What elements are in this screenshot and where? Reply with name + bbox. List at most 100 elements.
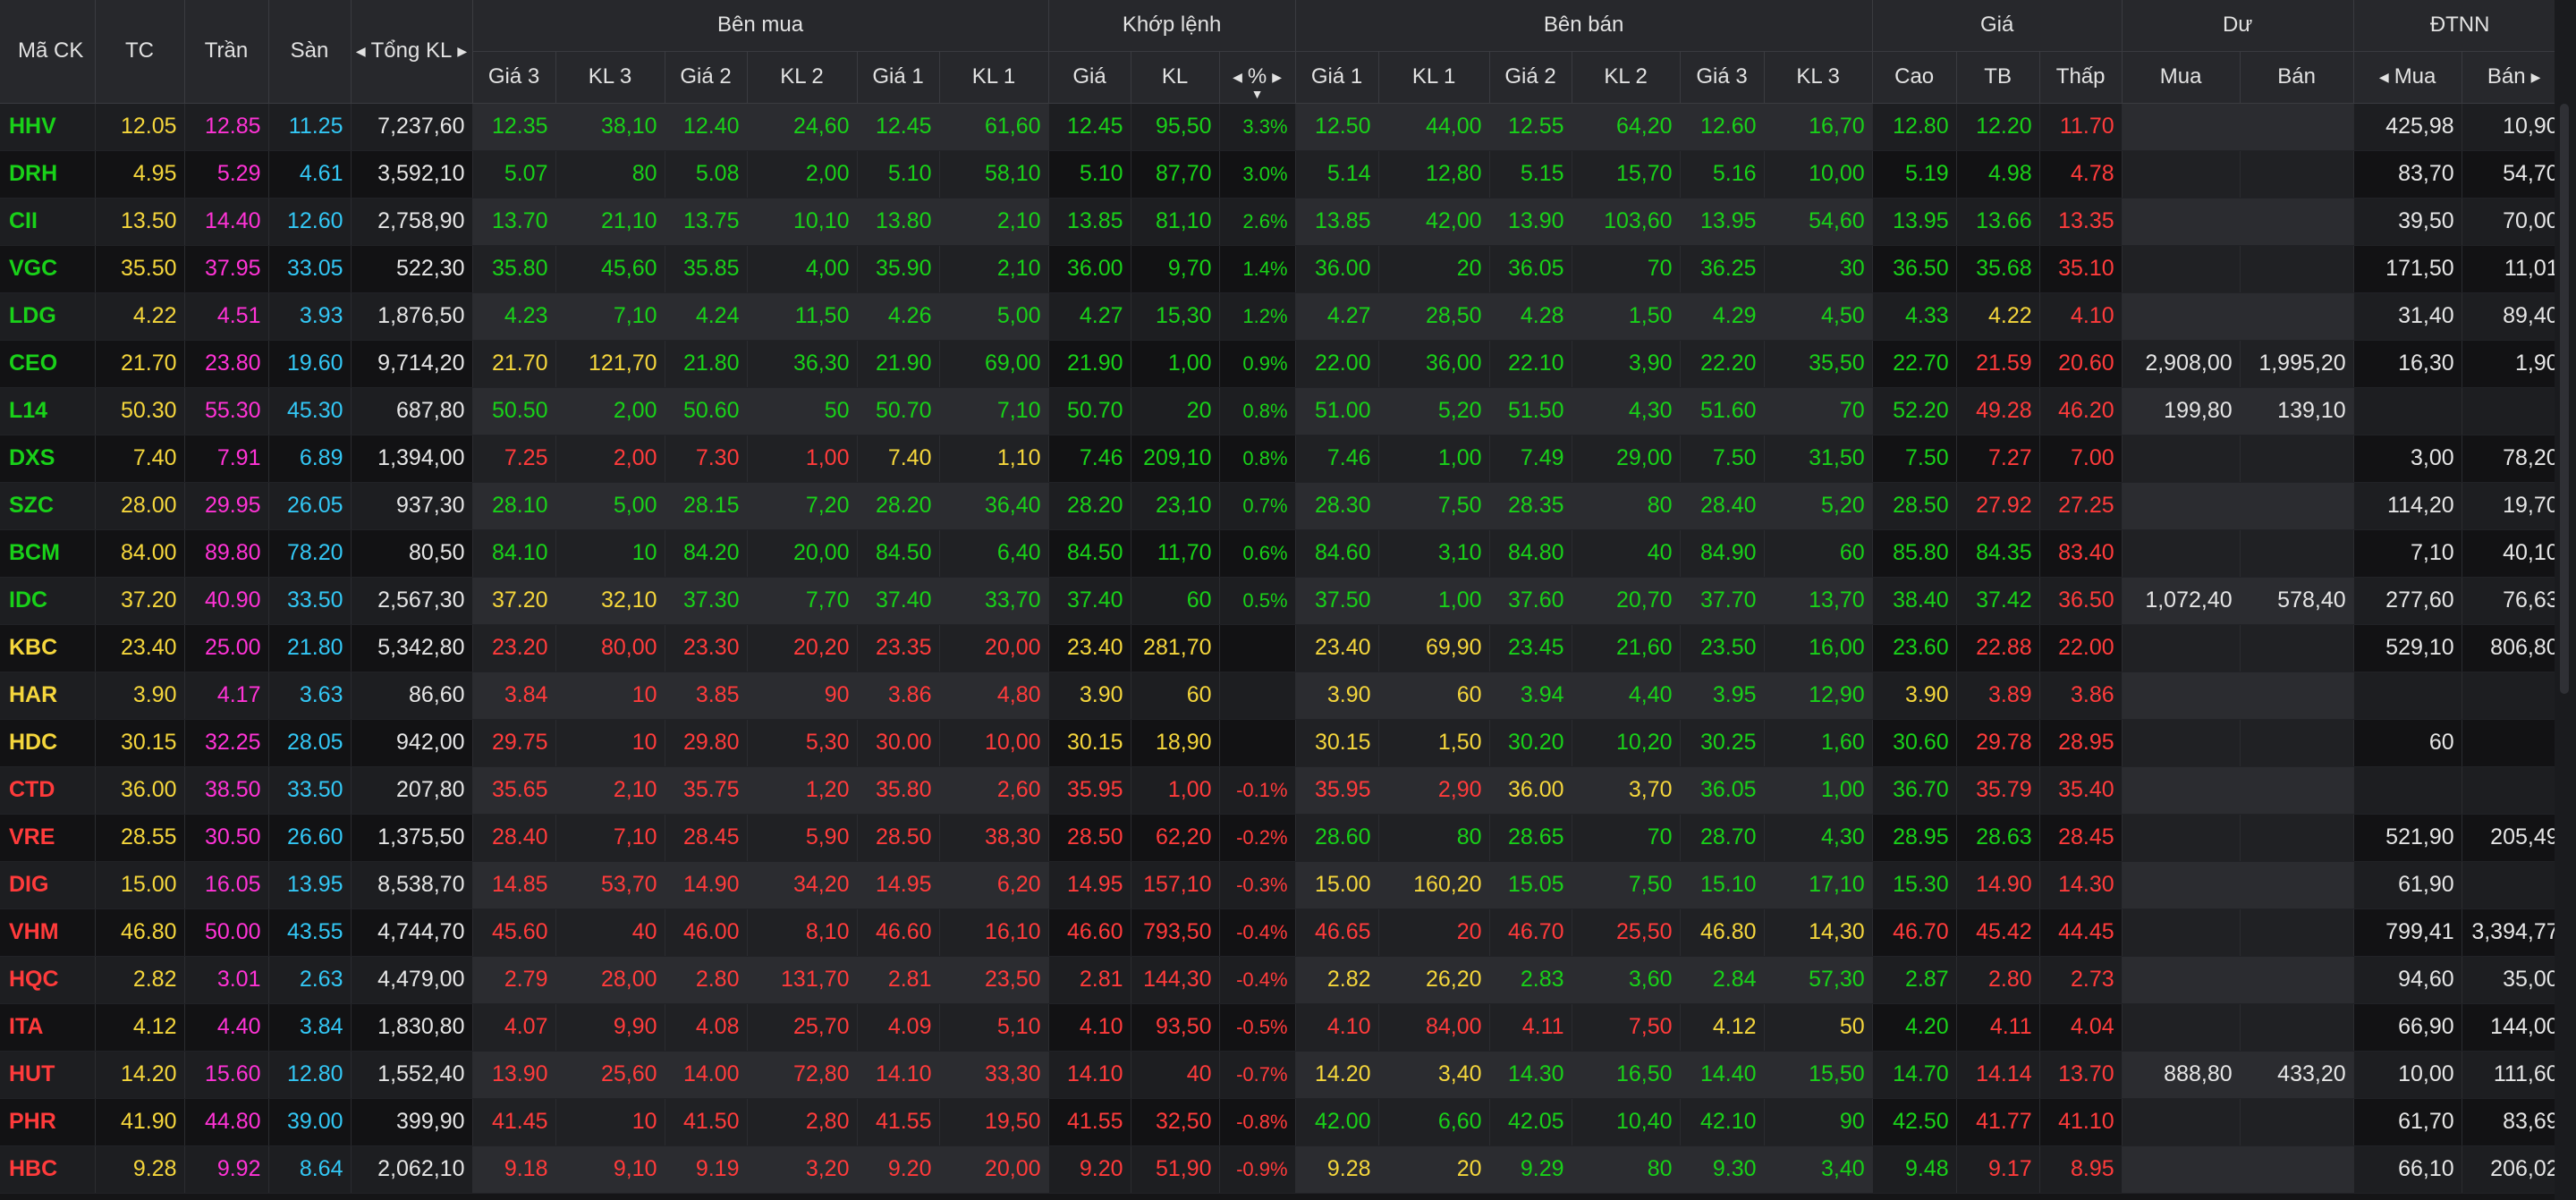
cell-change-pct [1219, 719, 1296, 767]
cell-floor-price: 3.93 [268, 292, 352, 341]
col-sell-vol-3[interactable]: KL 3 [1764, 51, 1873, 104]
table-row[interactable]: HAR 3.90 4.17 3.63 86,60 3.84 10 3.85 90 3.86 4,80… [0, 672, 2567, 720]
chevron-right-icon[interactable]: ▶ [2531, 70, 2541, 85]
cell-sell-vol-2: 7,50 [1572, 1003, 1681, 1052]
cell-change-pct: 0.8% [1219, 435, 1296, 483]
table-row[interactable]: HQC 2.82 3.01 2.63 4,479,00 2.79 28,00 2.80 131,… [0, 956, 2567, 1004]
cell-symbol[interactable]: LDG [0, 292, 96, 341]
cell-symbol[interactable]: DIG [0, 861, 96, 909]
cell-reference-price: 36.00 [95, 766, 185, 815]
cell-symbol[interactable]: HBC [0, 1145, 96, 1194]
col-remain-sell[interactable]: Bán [2240, 51, 2354, 104]
table-row[interactable]: IDC 37.20 40.90 33.50 2,567,30 37.20 32,10 37.3… [0, 577, 2567, 625]
col-total-volume[interactable]: ◀ Tổng KL ▶ [351, 0, 473, 104]
table-row[interactable]: HDC 30.15 32.25 28.05 942,00 29.75 10 29.80 5,30… [0, 719, 2567, 767]
cell-match-vol: 60 [1131, 672, 1220, 720]
cell-symbol[interactable]: HAR [0, 672, 96, 720]
chevron-right-icon[interactable]: ▶ [457, 44, 467, 59]
cell-sell-vol-2: 7,50 [1572, 861, 1681, 909]
col-symbol[interactable]: Mã CK [0, 0, 96, 104]
col-sell-vol-2[interactable]: KL 2 [1572, 51, 1681, 104]
cell-sell-vol-3: 30 [1764, 245, 1873, 293]
col-buy-vol-1[interactable]: KL 1 [939, 51, 1049, 104]
table-row[interactable]: BCM 84.00 89.80 78.20 80,50 84.10 10 84.20 20,00… [0, 529, 2567, 578]
chevron-left-icon[interactable]: ◀ [356, 44, 366, 59]
cell-symbol[interactable]: HUT [0, 1051, 96, 1099]
col-average[interactable]: TB [1956, 51, 2040, 104]
table-row[interactable]: HHV 12.05 12.85 11.25 7,237,60 12.35 38,10 12.4… [0, 103, 2567, 151]
table-row[interactable]: LDG 4.22 4.51 3.93 1,876,50 4.23 7,10 4.24 11,50… [0, 292, 2567, 341]
chevron-left-icon[interactable]: ◀ [2379, 70, 2389, 85]
cell-sell-price-3: 23.50 [1680, 624, 1765, 672]
sort-desc-icon[interactable]: ▼ [1220, 87, 1295, 101]
col-sell-price-3[interactable]: Giá 3 [1680, 51, 1765, 104]
cell-symbol[interactable]: SZC [0, 482, 96, 530]
table-row[interactable]: VHM 46.80 50.00 43.55 4,744,70 45.60 40 46.00 8,… [0, 908, 2567, 957]
cell-symbol[interactable]: HHV [0, 103, 96, 151]
cell-symbol[interactable]: DRH [0, 150, 96, 199]
cell-sell-price-1: 5.14 [1295, 150, 1379, 199]
col-low[interactable]: Thấp [2039, 51, 2123, 104]
cell-symbol[interactable]: HQC [0, 956, 96, 1004]
col-remain-buy[interactable]: Mua [2122, 51, 2241, 104]
cell-match-vol: 93,50 [1131, 1003, 1220, 1052]
table-row[interactable]: DXS 7.40 7.91 6.89 1,394,00 7.25 2,00 7.30 1,00 7… [0, 435, 2567, 483]
cell-symbol[interactable]: CII [0, 198, 96, 246]
chevron-right-icon[interactable]: ▶ [1272, 70, 1282, 85]
cell-buy-vol-1: 33,70 [939, 577, 1049, 625]
table-row[interactable]: PHR 41.90 44.80 39.00 399,90 41.45 10 41.50 2,80… [0, 1098, 2567, 1146]
cell-symbol[interactable]: CTD [0, 766, 96, 815]
table-row[interactable]: HUT 14.20 15.60 12.80 1,552,40 13.90 25,60 14.0… [0, 1051, 2567, 1099]
cell-symbol[interactable]: ITA [0, 1003, 96, 1052]
table-row[interactable]: DRH 4.95 5.29 4.61 3,592,10 5.07 80 5.08 2,00 5.1… [0, 150, 2567, 199]
cell-symbol[interactable]: L14 [0, 387, 96, 435]
table-row[interactable]: VRE 28.55 30.50 26.60 1,375,50 28.40 7,10 28.45… [0, 814, 2567, 862]
col-sell-price-2[interactable]: Giá 2 [1489, 51, 1572, 104]
vertical-scrollbar[interactable] [2555, 0, 2576, 1200]
cell-remain-sell [2240, 103, 2354, 151]
cell-symbol[interactable]: DXS [0, 435, 96, 483]
col-foreign-sell[interactable]: Bán ▶ [2462, 51, 2567, 104]
table-row[interactable]: SZC 28.00 29.95 26.05 937,30 28.10 5,00 28.15 7,… [0, 482, 2567, 530]
table-row[interactable]: DIG 15.00 16.05 13.95 8,538,70 14.85 53,70 14.9… [0, 861, 2567, 909]
cell-symbol[interactable]: VGC [0, 245, 96, 293]
col-buy-price-1[interactable]: Giá 1 [857, 51, 940, 104]
col-buy-price-2[interactable]: Giá 2 [665, 51, 748, 104]
cell-foreign-sell: 11,01 [2462, 245, 2567, 293]
cell-symbol[interactable]: KBC [0, 624, 96, 672]
col-reference[interactable]: TC [95, 0, 185, 104]
cell-symbol[interactable]: IDC [0, 577, 96, 625]
table-row[interactable]: HBC 9.28 9.92 8.64 2,062,10 9.18 9,10 9.19 3,20 9… [0, 1145, 2567, 1194]
col-floor[interactable]: Sàn [268, 0, 352, 104]
col-buy-vol-2[interactable]: KL 2 [747, 51, 858, 104]
cell-symbol[interactable]: CEO [0, 340, 96, 388]
cell-symbol[interactable]: HDC [0, 719, 96, 767]
scrollbar-thumb[interactable] [2560, 104, 2569, 694]
col-change-pct[interactable]: ◀% ▶ ▼ [1219, 51, 1296, 104]
table-row[interactable]: L14 50.30 55.30 45.30 687,80 50.50 2,00 50.60 50… [0, 387, 2567, 435]
cell-remain-buy: 199,80 [2122, 387, 2241, 435]
table-row[interactable]: ITA 4.12 4.40 3.84 1,830,80 4.07 9,90 4.08 25,70… [0, 1003, 2567, 1052]
table-row[interactable]: CII 13.50 14.40 12.60 2,758,90 13.70 21,10 13.7… [0, 198, 2567, 246]
table-row[interactable]: CEO 21.70 23.80 19.60 9,714,20 21.70 121,70 21.… [0, 340, 2567, 388]
table-row[interactable]: CTD 36.00 38.50 33.50 207,80 35.65 2,10 35.75 1,… [0, 766, 2567, 815]
cell-sell-price-2: 36.00 [1489, 766, 1572, 815]
col-buy-vol-3[interactable]: KL 3 [555, 51, 665, 104]
col-ceiling[interactable]: Trần [184, 0, 269, 104]
cell-remain-buy [2122, 1145, 2241, 1194]
cell-ceiling-price: 4.17 [184, 672, 269, 720]
col-foreign-buy[interactable]: ◀ Mua [2353, 51, 2462, 104]
col-sell-vol-1[interactable]: KL 1 [1378, 51, 1490, 104]
cell-symbol[interactable]: BCM [0, 529, 96, 578]
col-buy-price-3[interactable]: Giá 3 [472, 51, 556, 104]
chevron-left-icon[interactable]: ◀ [1233, 70, 1242, 85]
cell-symbol[interactable]: PHR [0, 1098, 96, 1146]
col-match-price[interactable]: Giá [1048, 51, 1131, 104]
col-high[interactable]: Cao [1872, 51, 1957, 104]
col-match-vol[interactable]: KL [1131, 51, 1220, 104]
table-row[interactable]: KBC 23.40 25.00 21.80 5,342,80 23.20 80,00 23.3… [0, 624, 2567, 672]
table-row[interactable]: VGC 35.50 37.95 33.05 522,30 35.80 45,60 35.85 4… [0, 245, 2567, 293]
cell-symbol[interactable]: VRE [0, 814, 96, 862]
col-sell-price-1[interactable]: Giá 1 [1295, 51, 1379, 104]
cell-symbol[interactable]: VHM [0, 908, 96, 957]
